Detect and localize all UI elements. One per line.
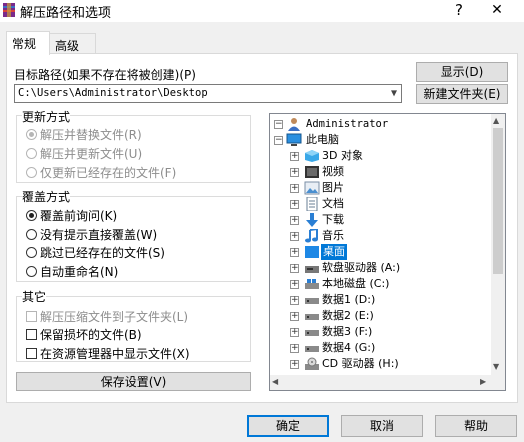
scroll-down-arrow-icon[interactable]: ▼: [493, 362, 499, 371]
chevron-down-icon[interactable]: ▼: [391, 85, 397, 102]
misc-option-show-in-explorer[interactable]: 在资源管理器中显示文件(X): [26, 345, 190, 362]
save-settings-button[interactable]: 保存设置(V): [16, 372, 251, 391]
expand-icon[interactable]: +: [290, 328, 299, 337]
collapse-icon[interactable]: −: [274, 136, 283, 145]
winrar-app-icon: [3, 3, 15, 17]
drive-icon: [305, 346, 319, 352]
music-folder-icon: [305, 229, 318, 243]
radio-indicator[interactable]: [26, 148, 37, 159]
ok-button[interactable]: 确定: [247, 415, 329, 437]
expand-icon[interactable]: +: [290, 264, 299, 273]
tree-row-root[interactable]: − Administrator: [270, 116, 490, 132]
scroll-up-arrow-icon[interactable]: ▲: [493, 116, 499, 125]
overwrite-option-skip[interactable]: 跳过已经存在的文件(S): [26, 244, 165, 261]
tree-row-data4[interactable]: + 数据4 (G:): [270, 340, 490, 356]
destination-path-value: C:\Users\Administrator\Desktop: [18, 87, 208, 99]
expand-icon[interactable]: +: [290, 184, 299, 193]
collapse-icon[interactable]: −: [274, 120, 283, 129]
title-help-button[interactable]: ?: [448, 0, 470, 20]
radio-indicator[interactable]: [26, 266, 37, 277]
floppy-drive-icon: [305, 266, 319, 273]
expand-icon[interactable]: +: [290, 248, 299, 257]
expand-icon[interactable]: +: [290, 360, 299, 369]
tree-scroll-thumb[interactable]: [493, 128, 503, 274]
tree-row-music[interactable]: + 音乐: [270, 228, 490, 244]
pictures-folder-icon: [304, 181, 320, 195]
expand-icon[interactable]: +: [290, 296, 299, 305]
new-folder-button[interactable]: 新建文件夹(E): [416, 84, 508, 104]
video-folder-icon: [305, 166, 319, 178]
checkbox-indicator[interactable]: [26, 348, 37, 359]
tree-row-downloads[interactable]: + 下载: [270, 212, 490, 228]
tree-row-cd-drive[interactable]: + CD 驱动器 (H:): [270, 356, 490, 372]
cd-drive-icon: [305, 357, 319, 370]
tree-horizontal-scrollbar[interactable]: [270, 375, 491, 390]
tree-row-desktop[interactable]: + 桌面: [270, 244, 490, 260]
scroll-right-arrow-icon[interactable]: ▶: [480, 377, 486, 386]
expand-icon[interactable]: +: [290, 216, 299, 225]
expand-icon[interactable]: +: [290, 200, 299, 209]
update-option-update[interactable]: 解压并更新文件(U): [26, 145, 142, 162]
checkbox-indicator[interactable]: [26, 329, 37, 340]
destination-path-combo[interactable]: C:\Users\Administrator\Desktop ▼: [14, 84, 402, 103]
tree-row-3d-objects[interactable]: + 3D 对象: [270, 148, 490, 164]
radio-indicator[interactable]: [26, 167, 37, 178]
overwrite-option-silent[interactable]: 没有提示直接覆盖(W): [26, 226, 157, 243]
misc-option-keep-broken[interactable]: 保留损坏的文件(B): [26, 326, 142, 343]
documents-folder-icon: [306, 197, 318, 211]
tree-row-documents[interactable]: + 文档: [270, 196, 490, 212]
expand-icon[interactable]: +: [290, 280, 299, 289]
expand-icon[interactable]: +: [290, 168, 299, 177]
radio-indicator[interactable]: [26, 129, 37, 140]
destination-label: 目标路径(如果不存在将被创建)(P): [14, 68, 196, 82]
tree-row-data2[interactable]: + 数据2 (E:): [270, 308, 490, 324]
misc-title: 其它: [22, 288, 47, 305]
update-option-existing-only[interactable]: 仅更新已经存在的文件(F): [26, 164, 176, 181]
drive-icon: [305, 330, 319, 336]
update-mode-title: 更新方式: [22, 108, 71, 125]
expand-icon[interactable]: +: [290, 344, 299, 353]
overwrite-mode-title: 覆盖方式: [22, 188, 71, 205]
window-title: 解压路径和选项: [20, 6, 112, 21]
tab-general[interactable]: 常规: [6, 31, 50, 55]
cancel-button[interactable]: 取消: [341, 415, 423, 437]
overwrite-option-ask[interactable]: 覆盖前询问(K): [26, 207, 117, 224]
tree-row-floppy[interactable]: + 软盘驱动器 (A:): [270, 260, 490, 276]
3d-objects-icon: [305, 150, 319, 162]
tree-row-videos[interactable]: + 视频: [270, 164, 490, 180]
misc-option-subfolder[interactable]: 解压压缩文件到子文件夹(L): [26, 308, 188, 325]
tree-row-this-pc[interactable]: − 此电脑: [270, 132, 490, 148]
scroll-left-arrow-icon[interactable]: ◀: [272, 377, 278, 386]
computer-icon: [286, 133, 302, 146]
update-option-replace[interactable]: 解压并替换文件(R): [26, 126, 142, 143]
expand-icon[interactable]: +: [290, 232, 299, 241]
show-button[interactable]: 显示(D): [416, 62, 508, 82]
local-disk-icon: [305, 279, 319, 289]
tree-label-this-pc: 此电脑: [306, 133, 339, 146]
drive-icon: [305, 314, 319, 320]
expand-icon[interactable]: +: [290, 152, 299, 161]
title-close-button[interactable]: ✕: [482, 0, 512, 20]
tab-advanced[interactable]: 高级: [50, 33, 96, 53]
desktop-folder-icon: [305, 246, 319, 258]
user-icon: [288, 118, 300, 131]
radio-indicator[interactable]: [26, 247, 37, 258]
radio-indicator[interactable]: [26, 229, 37, 240]
tree-label-root: Administrator: [306, 118, 389, 130]
radio-indicator[interactable]: [26, 210, 37, 221]
checkbox-indicator[interactable]: [26, 311, 37, 322]
tree-row-pictures[interactable]: + 图片: [270, 180, 490, 196]
folder-tree[interactable]: − Administrator − 此电脑 + 3D 对象 + 视频 + 图片 …: [269, 113, 506, 391]
downloads-folder-icon: [306, 213, 318, 227]
tree-row-data3[interactable]: + 数据3 (F:): [270, 324, 490, 340]
drive-icon: [305, 298, 319, 304]
expand-icon[interactable]: +: [290, 312, 299, 321]
tree-row-local-disk[interactable]: + 本地磁盘 (C:): [270, 276, 490, 292]
help-button[interactable]: 帮助: [435, 415, 517, 437]
tree-row-data1[interactable]: + 数据1 (D:): [270, 292, 490, 308]
overwrite-option-rename[interactable]: 自动重命名(N): [26, 263, 118, 280]
tree-label-selected: 桌面: [321, 244, 347, 260]
